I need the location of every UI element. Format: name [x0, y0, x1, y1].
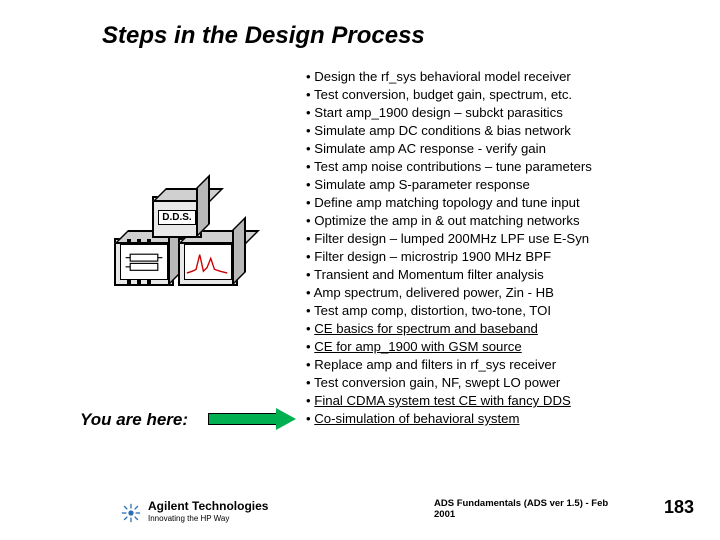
- bullet-item: Test amp noise contributions – tune para…: [306, 158, 706, 176]
- cube-dds: D.D.S.: [152, 196, 202, 238]
- bullet-text: Define amp matching topology and tune in…: [314, 195, 579, 210]
- bullet-list: Design the rf_sys behavioral model recei…: [306, 68, 706, 428]
- chip-icon: [120, 244, 168, 280]
- bullet-text: CE basics for spectrum and baseband: [314, 321, 538, 336]
- spark-icon: [120, 502, 142, 524]
- you-are-here-label: You are here:: [80, 410, 188, 430]
- logo: Agilent Technologies Innovating the HP W…: [120, 501, 268, 524]
- bullet-text: Replace amp and filters in rf_sys receiv…: [314, 357, 556, 372]
- logo-tagline: Innovating the HP Way: [148, 514, 229, 523]
- bullet-item: Transient and Momentum filter analysis: [306, 266, 706, 284]
- bullet-text: Simulate amp S-parameter response: [314, 177, 530, 192]
- bullet-item: Co-simulation of behavioral system: [306, 410, 706, 428]
- footer-note: ADS Fundamentals (ADS ver 1.5) - Feb 200…: [434, 498, 624, 520]
- bullet-text: Co-simulation of behavioral system: [314, 411, 519, 426]
- cubes-graphic: D.D.S.: [96, 196, 251, 300]
- bullet-text: Filter design – microstrip 1900 MHz BPF: [314, 249, 551, 264]
- bullet-text: Final CDMA system test CE with fancy DDS: [314, 393, 571, 408]
- bullet-text: Test conversion gain, NF, swept LO power: [314, 375, 560, 390]
- bullet-text: Simulate amp AC response - verify gain: [314, 141, 546, 156]
- bullet-item: Final CDMA system test CE with fancy DDS: [306, 392, 706, 410]
- bullet-text: Amp spectrum, delivered power, Zin - HB: [314, 285, 554, 300]
- bullet-item: Simulate amp DC conditions & bias networ…: [306, 122, 706, 140]
- footer: Agilent Technologies Innovating the HP W…: [0, 480, 720, 526]
- cube-chip: [114, 238, 174, 286]
- bullet-item: Define amp matching topology and tune in…: [306, 194, 706, 212]
- cube-plot: [178, 238, 238, 286]
- logo-company: Agilent Technologies: [148, 499, 268, 513]
- bullet-text: Test amp comp, distortion, two-tone, TOI: [314, 303, 551, 318]
- bullet-item: Test conversion gain, NF, swept LO power: [306, 374, 706, 392]
- bullet-item: Test conversion, budget gain, spectrum, …: [306, 86, 706, 104]
- bullet-item: Design the rf_sys behavioral model recei…: [306, 68, 706, 86]
- slide: Steps in the Design Process D.D.S. You a…: [0, 0, 720, 540]
- bullet-text: Optimize the amp in & out matching netwo…: [314, 213, 579, 228]
- arrow-icon: [208, 408, 298, 430]
- plot-icon: [184, 244, 232, 280]
- bullet-text: Test conversion, budget gain, spectrum, …: [314, 87, 572, 102]
- bullet-item: Start amp_1900 design – subckt parasitic…: [306, 104, 706, 122]
- bullet-text: Filter design – lumped 200MHz LPF use E-…: [314, 231, 589, 246]
- bullet-item: Simulate amp AC response - verify gain: [306, 140, 706, 158]
- slide-title: Steps in the Design Process: [102, 22, 425, 50]
- dds-icon: D.D.S.: [158, 210, 195, 225]
- bullet-text: Test amp noise contributions – tune para…: [314, 159, 592, 174]
- logo-text: Agilent Technologies Innovating the HP W…: [148, 501, 268, 524]
- bullet-text: Simulate amp DC conditions & bias networ…: [314, 123, 571, 138]
- bullet-text: Design the rf_sys behavioral model recei…: [314, 69, 571, 84]
- page-number: 183: [664, 497, 694, 518]
- bullet-text: Start amp_1900 design – subckt parasitic…: [314, 105, 563, 120]
- bullet-item: Filter design – microstrip 1900 MHz BPF: [306, 248, 706, 266]
- bullet-item: CE basics for spectrum and baseband: [306, 320, 706, 338]
- bullet-text: CE for amp_1900 with GSM source: [314, 339, 521, 354]
- bullet-item: Replace amp and filters in rf_sys receiv…: [306, 356, 706, 374]
- bullet-item: Simulate amp S-parameter response: [306, 176, 706, 194]
- bullet-item: Test amp comp, distortion, two-tone, TOI: [306, 302, 706, 320]
- bullet-text: Transient and Momentum filter analysis: [314, 267, 544, 282]
- bullet-item: CE for amp_1900 with GSM source: [306, 338, 706, 356]
- bullet-item: Amp spectrum, delivered power, Zin - HB: [306, 284, 706, 302]
- bullet-item: Optimize the amp in & out matching netwo…: [306, 212, 706, 230]
- bullet-item: Filter design – lumped 200MHz LPF use E-…: [306, 230, 706, 248]
